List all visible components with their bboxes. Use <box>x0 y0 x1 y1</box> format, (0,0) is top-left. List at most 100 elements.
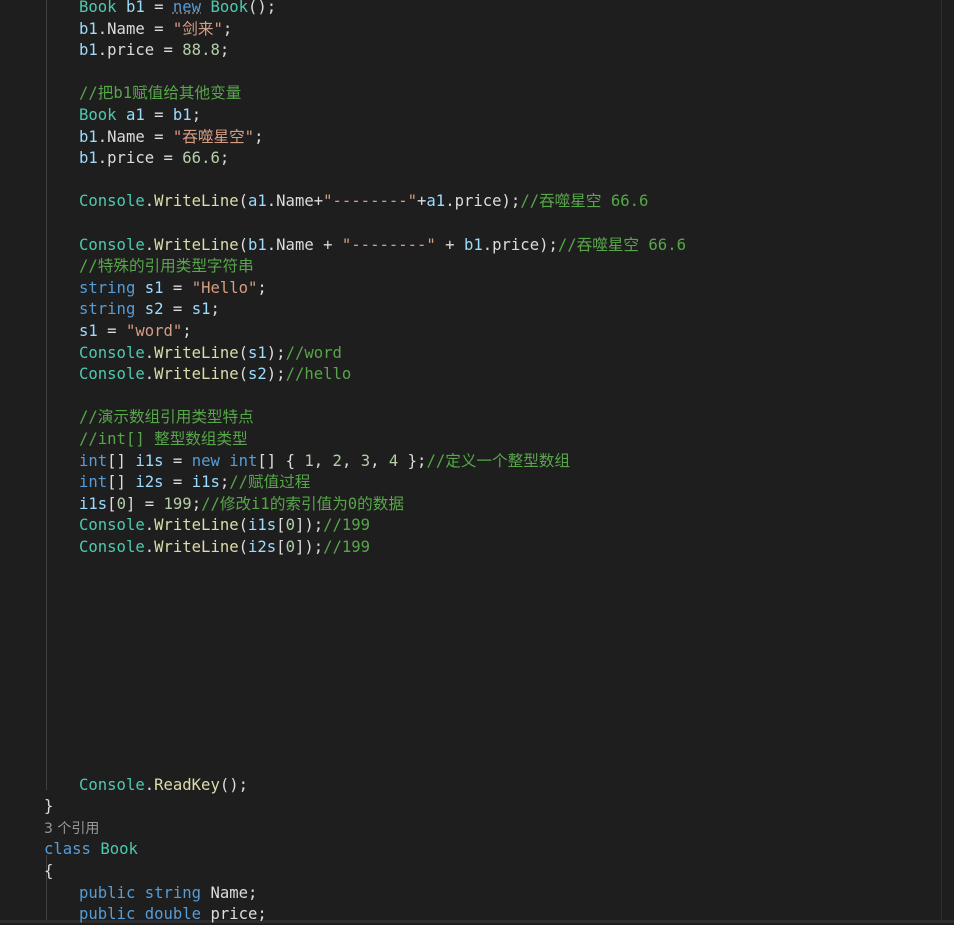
punctuation: = <box>97 322 126 340</box>
number-literal: 66.6 <box>182 149 220 168</box>
code-editor[interactable]: Book b1 = new Book(); b1.Name = "剑来"; b1.p… <box>0 0 954 923</box>
keyword: int <box>229 451 258 470</box>
punctuation: { <box>44 862 54 880</box>
punctuation: . <box>144 343 155 362</box>
type-name: Book <box>79 106 117 124</box>
punctuation: ; <box>219 149 230 168</box>
member: Name <box>107 127 145 146</box>
member: Name <box>210 883 249 902</box>
code-line[interactable]: class Book <box>44 838 138 860</box>
punctuation: = <box>154 41 183 60</box>
punctuation: . <box>266 192 277 211</box>
member: price <box>107 41 155 60</box>
code-line[interactable]: b1.price = 66.6; <box>79 147 229 169</box>
punctuation: = <box>144 106 173 124</box>
code-line[interactable]: Console.WriteLine(i2s[0]);//199 <box>79 536 370 558</box>
comment: //定义一个整型数组 <box>426 451 570 470</box>
string-literal: "--------" <box>341 235 436 254</box>
code-line[interactable]: b1.Name = "吞噬星空"; <box>79 126 263 148</box>
punctuation: . <box>144 235 155 254</box>
code-line[interactable]: //演示数组引用类型特点 <box>79 406 254 428</box>
type-name: Book <box>100 840 138 859</box>
punctuation: ; <box>257 278 267 297</box>
punctuation: . <box>144 538 155 556</box>
code-line[interactable]: } <box>44 795 53 817</box>
punctuation: = <box>163 278 192 297</box>
member: price <box>107 149 155 168</box>
code-line[interactable]: string s1 = "Hello"; <box>79 277 267 299</box>
identifier: b1 <box>172 106 192 124</box>
identifier: b1 <box>79 41 98 60</box>
code-line[interactable]: public double price; <box>79 903 267 925</box>
comment: //演示数组引用类型特点 <box>79 408 254 427</box>
code-line[interactable]: //特殊的引用类型字符串 <box>79 255 254 277</box>
punctuation <box>135 905 144 923</box>
punctuation: ); <box>266 365 286 384</box>
method-name: WriteLine <box>154 192 239 211</box>
string-literal: "word" <box>125 322 183 340</box>
punctuation: ( <box>238 516 248 535</box>
code-line[interactable]: Book a1 = b1; <box>79 104 201 126</box>
code-line[interactable]: Book b1 = new Book(); <box>79 0 276 18</box>
code-line[interactable]: string s2 = s1; <box>79 298 220 320</box>
code-line[interactable]: s1 = "word"; <box>79 320 192 342</box>
punctuation: ; <box>254 127 264 146</box>
string-literal: "吞噬星空" <box>172 127 255 146</box>
keyword: new <box>172 0 202 16</box>
code-line[interactable]: Console.WriteLine(s1);//word <box>79 342 342 364</box>
code-line[interactable]: Console.WriteLine(s2);//hello <box>79 363 351 385</box>
punctuation: }; <box>398 451 427 470</box>
method-name: WriteLine <box>154 365 239 384</box>
indent-guide <box>46 0 47 790</box>
method-name: WriteLine <box>154 343 239 362</box>
code-line[interactable]: i1s[0] = 199;//修改i1的索引值为0的数据 <box>79 493 404 515</box>
vertical-scrollbar-track[interactable] <box>941 0 942 923</box>
type-name: Console <box>79 538 145 556</box>
method-name: WriteLine <box>154 235 239 254</box>
code-line[interactable]: Console.ReadKey(); <box>79 774 248 796</box>
punctuation: ( <box>238 343 248 362</box>
punctuation: [ <box>276 516 286 535</box>
code-line[interactable]: b1.Name = "剑来"; <box>79 18 232 40</box>
comment: //赋值过程 <box>229 473 311 492</box>
keyword: int <box>79 451 108 470</box>
punctuation: + <box>417 192 427 211</box>
code-line[interactable]: Console.WriteLine(a1.Name+"--------"+a1.… <box>79 190 648 212</box>
member: price <box>454 192 502 211</box>
code-line[interactable]: Console.WriteLine(b1.Name + "--------" +… <box>79 234 686 256</box>
comment: //word <box>285 343 342 362</box>
string-literal: "剑来" <box>172 19 223 38</box>
keyword: double <box>144 905 202 924</box>
identifier: i2s <box>248 538 277 556</box>
code-line[interactable]: int[] i2s = i1s;//赋值过程 <box>79 471 310 493</box>
keyword: public <box>79 905 136 924</box>
punctuation: = <box>163 473 192 492</box>
comment: //hello <box>285 365 352 384</box>
punctuation: . <box>445 192 455 211</box>
comment: //把b1赋值给其他变量 <box>79 84 242 103</box>
keyword: int <box>79 473 108 492</box>
comment: //吞噬星空 66.6 <box>557 235 686 254</box>
punctuation: = <box>163 451 192 470</box>
code-line[interactable]: Console.WriteLine(i1s[0]);//199 <box>79 514 370 536</box>
punctuation: ; <box>222 19 233 38</box>
identifier: s1 <box>79 322 98 340</box>
punctuation: } <box>44 797 54 816</box>
punctuation <box>135 279 144 297</box>
punctuation: ; <box>248 883 258 902</box>
code-line[interactable]: //int[] 整型数组类型 <box>79 428 248 450</box>
code-line[interactable]: b1.price = 88.8; <box>79 39 229 61</box>
identifier: i1s <box>135 451 164 470</box>
number-literal: 1 <box>304 451 314 470</box>
code-line[interactable]: public string Name; <box>79 882 257 904</box>
code-line[interactable]: { <box>44 860 53 882</box>
punctuation: + <box>313 192 324 211</box>
identifier: i1s <box>248 516 277 535</box>
string-literal: "Hello" <box>191 278 258 297</box>
codelens-references[interactable]: 3 个引用 <box>44 821 99 837</box>
code-line[interactable]: //把b1赋值给其他变量 <box>79 82 241 104</box>
code-line[interactable]: int[] i1s = new int[] { 1, 2, 3, 4 };//定… <box>79 450 570 472</box>
keyword: new <box>191 451 220 470</box>
code-line[interactable]: 3 个引用 <box>44 817 99 839</box>
string-literal: "--------" <box>323 192 418 211</box>
